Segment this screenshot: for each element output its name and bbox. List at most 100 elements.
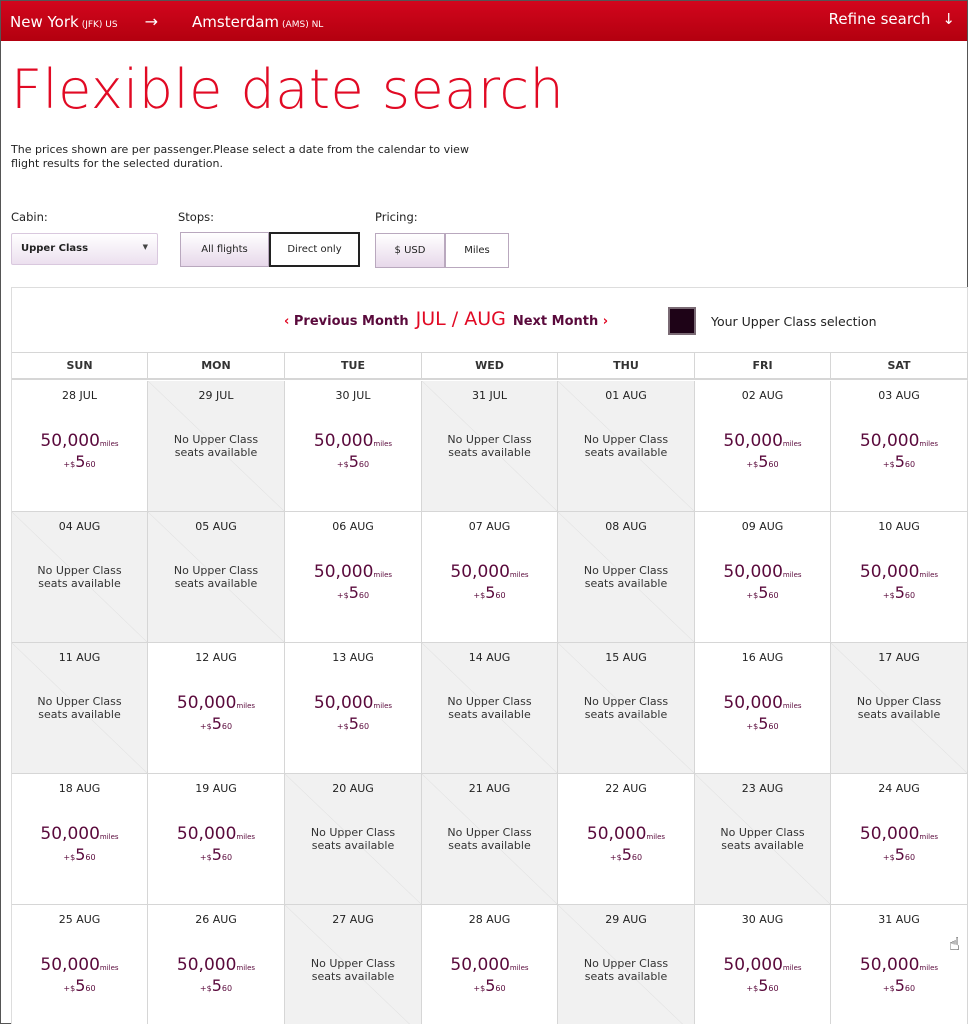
calendar-day-cell[interactable]: 13 AUG 50,000miles +$560	[285, 643, 422, 774]
stops-option-all-flights[interactable]: All flights	[180, 232, 269, 267]
calendar-day-cell[interactable]: 07 AUG 50,000miles +$560	[422, 512, 558, 643]
calendar-day-cell[interactable]: 30 JUL 50,000miles +$560	[285, 381, 422, 512]
miles-price: 50,000miles	[695, 431, 830, 451]
tax-prefix: +$	[63, 853, 76, 862]
tax-amount: +$560	[695, 976, 830, 995]
miles-price: 50,000miles	[558, 824, 694, 844]
calendar-day-cell: 23 AUG No Upper Class seats available	[695, 774, 831, 905]
calendar-day-cell[interactable]: 25 AUG 50,000miles +$560	[12, 905, 148, 1024]
miles-price: 50,000miles	[831, 824, 967, 844]
day-date: 05 AUG	[195, 520, 237, 533]
tax-prefix: +$	[746, 984, 759, 993]
pricing-option-usd[interactable]: $ USD	[375, 233, 445, 268]
pricing-toggle: $ USD Miles	[375, 233, 509, 268]
day-of-week-header: WED	[422, 352, 558, 380]
miles-price: 50,000miles	[12, 431, 147, 451]
tax-cents: 60	[85, 853, 96, 862]
tax-dollars: 5	[485, 976, 496, 995]
calendar-day-cell[interactable]: 10 AUG 50,000miles +$560	[831, 512, 968, 643]
miles-amount: 50,000	[859, 824, 920, 844]
pricing-label: Pricing:	[375, 210, 418, 224]
tax-prefix: +$	[63, 984, 76, 993]
miles-amount: 50,000	[723, 431, 783, 451]
calendar-day-cell[interactable]: 09 AUG 50,000miles +$560	[695, 512, 831, 643]
calendar-day-cell[interactable]: 19 AUG 50,000miles +$560	[148, 774, 285, 905]
no-seats-message: No Upper Class seats available	[310, 826, 396, 852]
miles-unit: miles	[919, 571, 939, 579]
cabin-label: Cabin:	[11, 210, 48, 224]
calendar-day-cell[interactable]: 28 AUG 50,000miles +$560	[422, 905, 558, 1024]
tax-cents: 60	[768, 460, 779, 469]
day-date: 11 AUG	[58, 651, 101, 664]
tax-cents: 60	[904, 853, 916, 862]
day-of-week-header: THU	[558, 352, 695, 380]
tax-cents: 60	[85, 460, 96, 469]
tax-cents: 60	[631, 853, 643, 862]
no-seats-message: No Upper Class seats available	[720, 826, 805, 852]
miles-amount: 50,000	[450, 955, 510, 975]
miles-amount: 50,000	[176, 693, 237, 713]
tax-prefix: +$	[336, 460, 349, 469]
day-date: 15 AUG	[605, 651, 647, 664]
previous-month-link[interactable]: ‹ Previous Month	[284, 314, 409, 329]
no-seats-message: No Upper Class seats available	[856, 695, 942, 721]
calendar-day-cell[interactable]: 18 AUG 50,000miles +$560	[12, 774, 148, 905]
day-date: 24 AUG	[878, 782, 920, 795]
caret-down-icon: ▼	[142, 243, 148, 251]
next-month-label: Next Month	[512, 314, 599, 329]
no-seats-message: No Upper Class seats available	[37, 564, 122, 590]
stops-label: Stops:	[178, 210, 215, 224]
day-date: 27 AUG	[332, 913, 374, 926]
cabin-select[interactable]: Upper Class ▼	[11, 233, 158, 265]
day-date: 20 AUG	[332, 782, 374, 795]
hand-cursor-icon: ☝	[949, 934, 960, 955]
day-date: 01 AUG	[605, 389, 647, 402]
stops-option-direct-only[interactable]: Direct only	[269, 232, 360, 267]
calendar-day-cell[interactable]: 22 AUG 50,000miles +$560	[558, 774, 695, 905]
calendar-day-cell[interactable]: 02 AUG 50,000miles +$560	[695, 381, 831, 512]
miles-amount: 50,000	[176, 824, 237, 844]
tax-prefix: +$	[882, 591, 895, 600]
calendar-day-cell[interactable]: 03 AUG 50,000miles +$560	[831, 381, 968, 512]
calendar-day-cell[interactable]: 31 AUG 50,000miles +$560	[831, 905, 968, 1024]
miles-unit: miles	[373, 571, 393, 579]
calendar-day-cell[interactable]: 06 AUG 50,000miles +$560	[285, 512, 422, 643]
day-date: 03 AUG	[878, 389, 920, 402]
miles-price: 50,000miles	[695, 562, 830, 582]
miles-amount: 50,000	[313, 431, 374, 451]
calendar-day-cell[interactable]: 12 AUG 50,000miles +$560	[148, 643, 285, 774]
tax-prefix: +$	[336, 722, 349, 731]
tax-cents: 60	[495, 984, 506, 993]
tax-dollars: 5	[894, 976, 905, 995]
tax-dollars: 5	[211, 845, 222, 864]
arrow-down-icon: ↓	[942, 10, 955, 28]
tax-cents: 60	[904, 591, 916, 600]
calendar-header: ‹ Previous Month JUL / AUG Next Month › …	[12, 288, 967, 352]
pricing-option-miles[interactable]: Miles	[445, 233, 509, 268]
refine-search-button[interactable]: Refine search ↓	[829, 10, 955, 28]
miles-unit: miles	[782, 571, 802, 579]
miles-price: 50,000miles	[285, 693, 421, 713]
calendar-day-cell[interactable]: 30 AUG 50,000miles +$560	[695, 905, 831, 1024]
tax-dollars: 5	[894, 452, 905, 471]
miles-price: 50,000miles	[12, 955, 147, 975]
next-month-link[interactable]: Next Month ›	[513, 314, 608, 329]
tax-dollars: 5	[758, 583, 769, 602]
tax-cents: 60	[768, 591, 779, 600]
calendar-day-cell[interactable]: 24 AUG 50,000miles +$560	[831, 774, 968, 905]
miles-price: 50,000miles	[831, 955, 967, 975]
miles-amount: 50,000	[450, 562, 510, 582]
day-date: 22 AUG	[605, 782, 647, 795]
no-seats-message: No Upper Class seats available	[447, 826, 532, 852]
calendar-day-cell[interactable]: 26 AUG 50,000miles +$560	[148, 905, 285, 1024]
origin-city: New York	[10, 12, 79, 31]
calendar-day-cell[interactable]: 28 JUL 50,000miles +$560	[12, 381, 148, 512]
miles-unit: miles	[99, 833, 119, 841]
month-navigation: ‹ Previous Month JUL / AUG Next Month ›	[284, 308, 608, 330]
day-date: 08 AUG	[605, 520, 647, 533]
calendar-day-cell[interactable]: 16 AUG 50,000miles +$560	[695, 643, 831, 774]
day-date: 04 AUG	[58, 520, 101, 533]
tax-amount: +$560	[831, 845, 967, 864]
tax-amount: +$560	[12, 976, 147, 995]
price-description: The prices shown are per passenger.Pleas…	[11, 143, 469, 170]
